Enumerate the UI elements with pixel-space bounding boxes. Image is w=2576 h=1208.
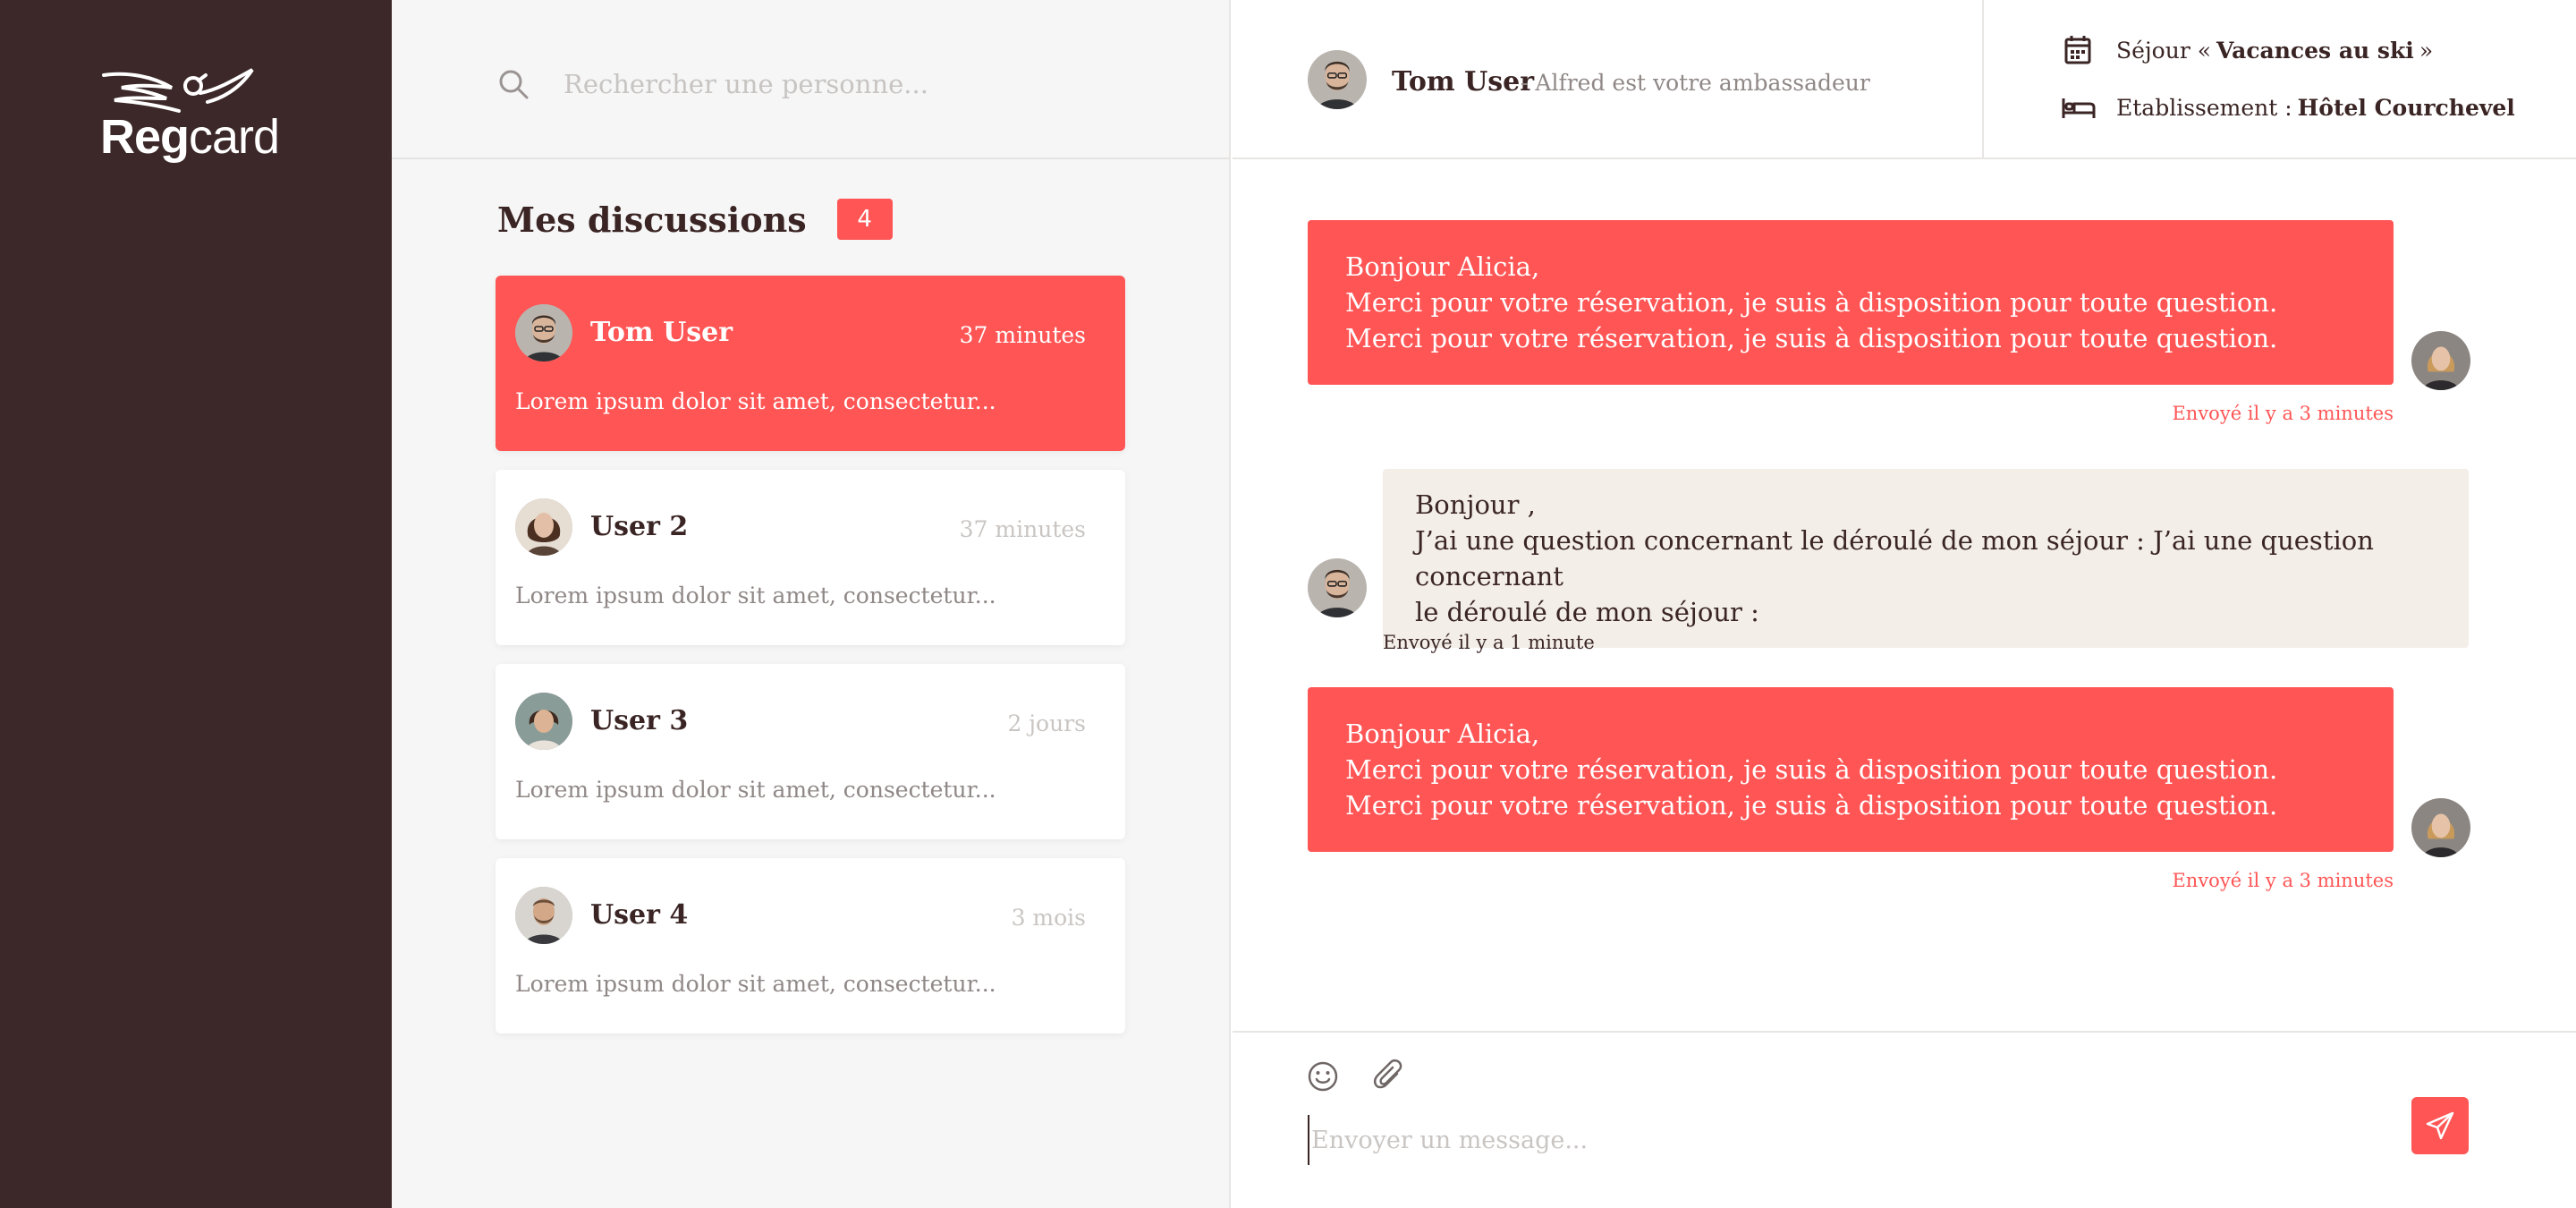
send-button[interactable]: [2411, 1097, 2469, 1154]
message-line: Bonjour ,: [1415, 489, 1536, 520]
logo-card: card: [189, 110, 280, 164]
search-icon[interactable]: [497, 68, 530, 100]
calendar-icon: [2064, 36, 2091, 64]
conversation-item-tom-user[interactable]: Tom User 37 minutes Lorem ipsum dolor si…: [496, 276, 1125, 451]
message-line: Bonjour Alicia,: [1345, 251, 1540, 282]
discussions-count-badge: 4: [836, 199, 893, 240]
stay-info: Séjour « Vacances au ski »: [2061, 34, 2433, 66]
message-line: Merci pour votre réservation, je suis à …: [1345, 323, 2278, 353]
establishment-info: Etablissement : Hôtel Courchevel: [2061, 91, 2521, 123]
man-avatar-icon: [1308, 50, 1367, 109]
conversation-time: 3 mois: [1011, 905, 1086, 931]
header-divider: [1982, 0, 1984, 159]
conversation-item-user-2[interactable]: User 2 37 minutes Lorem ipsum dolor sit …: [496, 470, 1125, 645]
paperclip-icon[interactable]: [1370, 1058, 1406, 1093]
message-composer: [1233, 1031, 2576, 1208]
establishment-value: Hôtel Courchevel: [2297, 94, 2515, 121]
regcard-logo[interactable]: Regcard: [98, 66, 295, 165]
man-avatar-icon: [1308, 558, 1367, 617]
message-timestamp: Envoyé il y a 1 minute: [1383, 632, 1595, 653]
conversation-item-user-3[interactable]: User 3 2 jours Lorem ipsum dolor sit ame…: [496, 664, 1125, 839]
message-line: Merci pour votre réservation, je suis à …: [1345, 287, 2278, 318]
man-avatar-icon: [515, 304, 572, 362]
conversation-time: 37 minutes: [959, 516, 1086, 542]
conversation-preview: Lorem ipsum dolor sit amet, consectetur.…: [515, 777, 996, 803]
message-bubble-outgoing: Bonjour Alicia, Merci pour votre réserva…: [1308, 220, 2394, 385]
avatar: [515, 304, 572, 362]
message-line: J’ai une question concernant le déroulé …: [1415, 525, 2374, 591]
avatar: [515, 693, 572, 750]
discussions-header: Mes discussions 4: [497, 199, 893, 240]
message-line: Bonjour Alicia,: [1345, 719, 1540, 749]
message-line: Merci pour votre réservation, je suis à …: [1345, 754, 2278, 785]
message-line: Merci pour votre réservation, je suis à …: [1345, 790, 2278, 821]
conversation-preview: Lorem ipsum dolor sit amet, consectetur.…: [515, 971, 996, 997]
discussions-panel: Mes discussions 4 Tom User 37 minutes Lo…: [392, 0, 1231, 1208]
search-bar: [392, 0, 1229, 159]
avatar: [1308, 50, 1367, 109]
conversation-preview: Lorem ipsum dolor sit amet, consectetur.…: [515, 583, 996, 608]
message-bubble-incoming: Bonjour , J’ai une question concernant l…: [1383, 469, 2469, 648]
conversation-list: Tom User 37 minutes Lorem ipsum dolor si…: [496, 276, 1125, 1052]
message-bubble-outgoing: Bonjour Alicia, Merci pour votre réserva…: [1308, 687, 2394, 852]
chat-contact-subtitle: - Alfred est votre ambassadeur: [1521, 70, 1870, 96]
stay-label: Séjour «: [2116, 37, 2212, 64]
discussions-title: Mes discussions: [497, 199, 807, 240]
logo-wordmark: Regcard: [100, 109, 280, 165]
send-icon: [2426, 1111, 2454, 1140]
search-input[interactable]: [564, 59, 1136, 109]
conversation-preview: Lorem ipsum dolor sit amet, consectetur.…: [515, 388, 996, 414]
emoji-icon[interactable]: [1306, 1059, 1340, 1093]
stay-value: Vacances au ski: [2216, 37, 2414, 64]
message-input[interactable]: [1308, 1115, 2381, 1165]
conversation-name: User 3: [590, 705, 689, 736]
avatar: [2411, 798, 2470, 857]
message-timestamp: Envoyé il y a 3 minutes: [2172, 870, 2394, 891]
bed-icon: [2062, 98, 2096, 118]
avatar: [2411, 331, 2470, 390]
stay-suffix: »: [2419, 37, 2434, 64]
conversation-name: User 2: [590, 511, 689, 542]
woman-avatar-icon: [515, 693, 572, 750]
avatar: [1308, 558, 1367, 617]
conversation-time: 2 jours: [1007, 710, 1086, 736]
chat-contact-name: Tom User: [1392, 66, 1535, 98]
avatar: [515, 498, 572, 556]
conversation-name: Tom User: [590, 317, 733, 348]
message-line: le déroulé de mon séjour :: [1415, 597, 1759, 627]
woman-avatar-icon: [2411, 331, 2470, 390]
woman-avatar-icon: [515, 498, 572, 556]
message-timestamp: Envoyé il y a 3 minutes: [2172, 403, 2394, 424]
brand-sidebar: Regcard: [0, 0, 392, 1208]
chat-header: Tom User - Alfred est votre ambassadeur …: [1233, 0, 2576, 159]
message-thread: Bonjour Alicia, Merci pour votre réserva…: [1233, 161, 2576, 1031]
avatar: [515, 887, 572, 944]
conversation-item-user-4[interactable]: User 4 3 mois Lorem ipsum dolor sit amet…: [496, 858, 1125, 1034]
logo-reg: Reg: [100, 110, 190, 164]
woman-avatar-icon: [2411, 798, 2470, 857]
conversation-time: 37 minutes: [959, 322, 1086, 348]
conversation-name: User 4: [590, 899, 689, 931]
man-avatar-icon: [515, 887, 572, 944]
establishment-label: Etablissement :: [2116, 94, 2292, 121]
